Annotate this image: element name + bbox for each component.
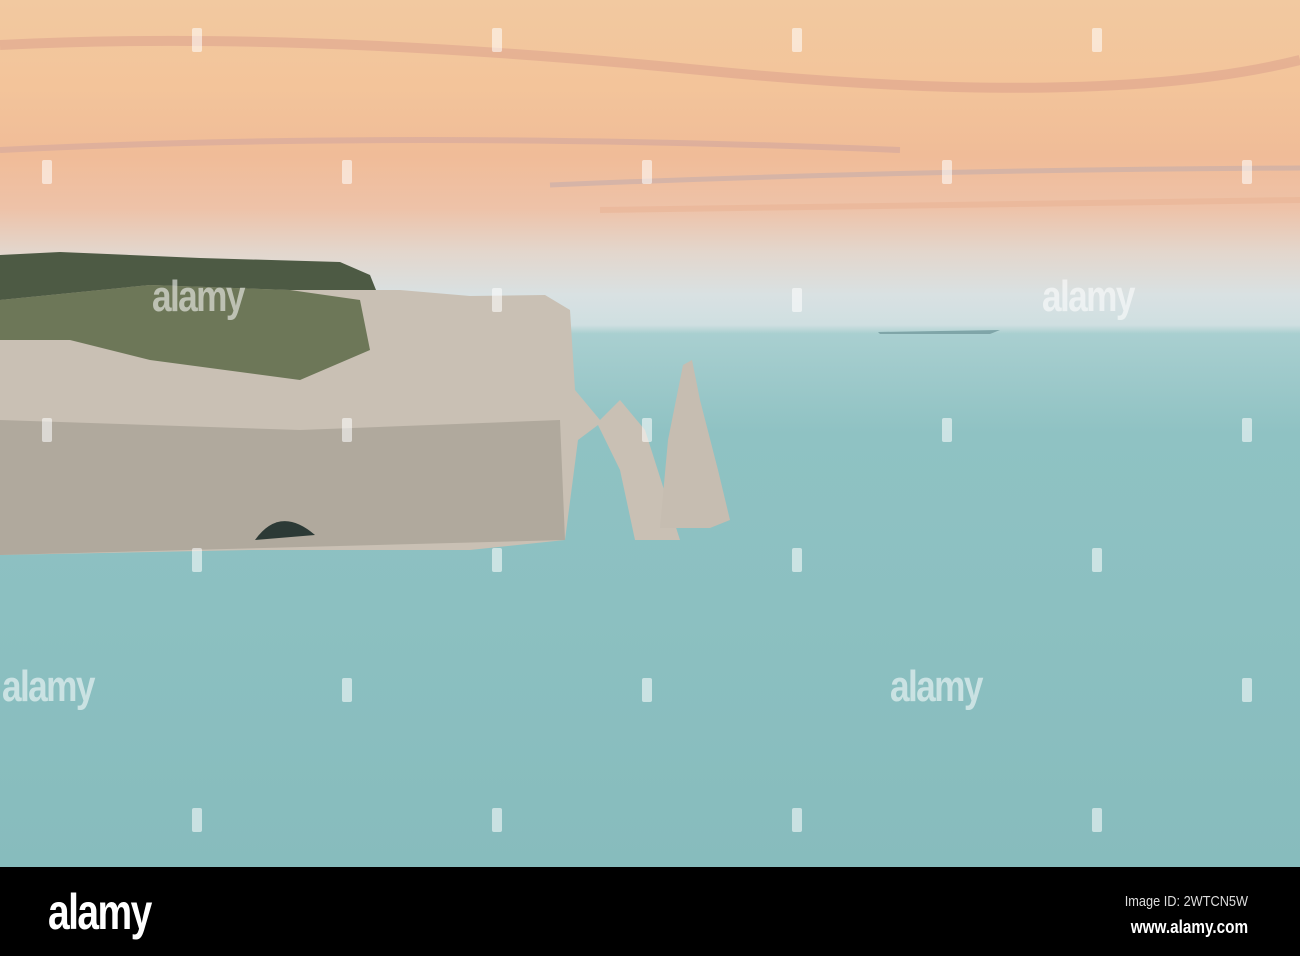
cloud-streaks xyxy=(0,35,1300,213)
watermark-mark xyxy=(192,548,202,572)
photo-cliffs-etretat: alamy alamy alamy alamy xyxy=(0,0,1300,867)
watermark-mark xyxy=(1242,678,1252,702)
watermark-mark xyxy=(642,418,652,442)
alamy-logo: alamy xyxy=(48,884,152,940)
watermark-mark xyxy=(42,160,52,184)
watermark-mark xyxy=(942,160,952,184)
watermark: alamy xyxy=(1042,272,1135,321)
watermark: alamy xyxy=(152,272,245,321)
watermark-mark xyxy=(192,28,202,52)
watermark-mark xyxy=(642,678,652,702)
watermark-mark xyxy=(342,418,352,442)
watermark-mark xyxy=(492,288,502,312)
watermark-mark xyxy=(792,288,802,312)
watermark: alamy xyxy=(890,662,983,711)
watermark-mark xyxy=(492,28,502,52)
watermark-mark xyxy=(942,418,952,442)
watermark-mark xyxy=(1242,418,1252,442)
watermark-mark xyxy=(792,28,802,52)
image-id: Image ID: 2WTCN5W xyxy=(1124,893,1248,910)
watermark-mark xyxy=(792,548,802,572)
watermark-mark xyxy=(1092,28,1102,52)
watermark-mark xyxy=(342,160,352,184)
watermark: alamy xyxy=(2,662,95,711)
site-url: www.alamy.com xyxy=(1130,917,1248,937)
watermark-mark xyxy=(192,808,202,832)
footer-bar: alamy Image ID: 2WTCN5W www.alamy.com xyxy=(0,867,1300,956)
watermark-mark xyxy=(1242,160,1252,184)
watermark-mark xyxy=(42,418,52,442)
watermark-mark xyxy=(342,678,352,702)
watermark-mark xyxy=(492,808,502,832)
watermark-mark xyxy=(492,548,502,572)
watermark-mark xyxy=(642,160,652,184)
needle-rock xyxy=(660,360,730,528)
watermark-mark xyxy=(1092,808,1102,832)
watermark-mark xyxy=(1092,548,1102,572)
watermark-mark xyxy=(792,808,802,832)
